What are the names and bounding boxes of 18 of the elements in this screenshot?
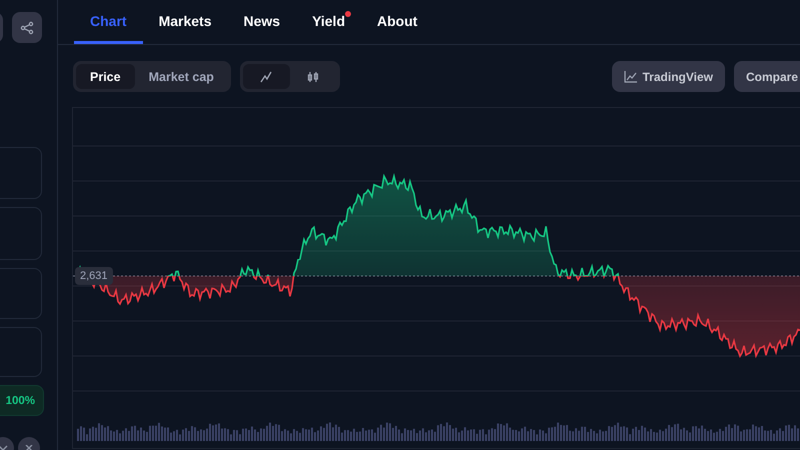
tab[interactable]: Yield xyxy=(296,0,361,44)
share-button[interactable] xyxy=(12,12,42,43)
tab[interactable]: Chart xyxy=(74,0,143,44)
line-chart-icon xyxy=(260,70,272,82)
toggle-option[interactable]: Price xyxy=(76,64,135,89)
tab[interactable]: News xyxy=(227,0,296,44)
baseline-price-label: 2,631 xyxy=(75,267,113,285)
percentage-badge: 100% xyxy=(0,385,44,416)
line-chart-option[interactable] xyxy=(242,64,290,89)
close-icon xyxy=(25,445,33,450)
candlestick-icon xyxy=(307,70,320,82)
tradingview-button[interactable]: TradingView xyxy=(612,61,725,92)
compare-button[interactable]: Compare xyxy=(734,61,800,92)
toggle-option[interactable]: Market cap xyxy=(134,64,228,89)
share-icon xyxy=(20,20,34,34)
chart-icon xyxy=(624,70,637,82)
tab[interactable]: About xyxy=(361,0,434,44)
tab[interactable]: Markets xyxy=(142,0,228,44)
